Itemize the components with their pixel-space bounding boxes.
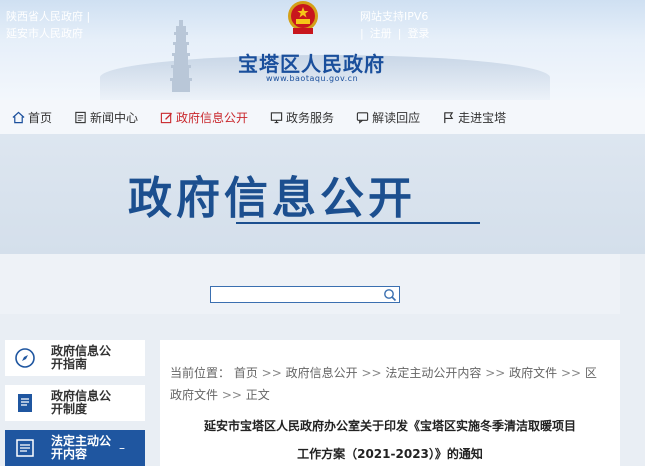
nav-label: 政府信息公开 [176, 110, 249, 125]
shaanxi-gov-link[interactable]: 陕西省人民政府 | [6, 8, 90, 25]
nav-item-gov-info[interactable]: 政府信息公开 [160, 109, 248, 126]
site-title[interactable]: 宝塔区人民政府 [238, 48, 385, 77]
article-title: 延安市宝塔区人民政府办公室关于印发《宝塔区实施冬季清洁取暖项目 工作方案（202… [180, 412, 600, 466]
article-title-line2: 工作方案（2021-2023）》的通知 [297, 447, 483, 461]
top-left-links: 陕西省人民政府 | 延安市人民政府 [6, 8, 90, 42]
breadcrumb-sep: >> [557, 366, 585, 380]
login-link[interactable]: 登录 [407, 25, 429, 42]
ipv6-label: 网站支持IPV6 [360, 10, 429, 23]
breadcrumb-link-gov-docs[interactable]: 政府文件 [509, 366, 557, 380]
nav-item-home[interactable]: 首页 [12, 109, 52, 126]
nav-label: 新闻中心 [90, 110, 139, 125]
top-right-links: 网站支持IPV6 | 注册 | 登录 [360, 8, 429, 42]
nav-label: 解读回应 [372, 110, 421, 125]
nav-item-services[interactable]: 政务服务 [270, 109, 334, 126]
sidebar-item-label: 政府信息公开制度 [51, 389, 112, 416]
breadcrumb-prefix: 当前位置： [170, 366, 231, 380]
sidebar-item-system[interactable]: 政府信息公开制度 [5, 385, 145, 421]
register-link[interactable]: 注册 [370, 25, 392, 42]
compass-icon [15, 348, 35, 368]
breadcrumb-sep: >> [257, 366, 286, 380]
national-emblem-icon [288, 1, 318, 34]
hero-title: 政府信息公开 [128, 173, 416, 224]
sidebar-item-guide[interactable]: 政府信息公开指南 [5, 340, 145, 376]
home-icon [12, 111, 25, 123]
nav-label: 走进宝塔 [458, 110, 507, 125]
breadcrumb-link-gov-info[interactable]: 政府信息公开 [286, 366, 358, 380]
nav-item-interpret[interactable]: 解读回应 [356, 109, 420, 126]
breadcrumb-sep: >> [218, 388, 246, 402]
nav-item-baota[interactable]: 走进宝塔 [442, 109, 506, 126]
list-icon [16, 439, 34, 457]
hero-underline [236, 222, 480, 224]
breadcrumb-sep: >> [357, 366, 386, 380]
site-url: www.baotaqu.gov.cn [266, 74, 359, 83]
edit-icon [160, 112, 173, 123]
nav-label: 政务服务 [286, 110, 335, 125]
breadcrumb-link-statutory[interactable]: 法定主动公开内容 [385, 366, 481, 380]
flag-icon [444, 111, 454, 123]
monitor-icon [270, 111, 283, 123]
document-icon [18, 394, 32, 412]
sidebar-item-label: 政府信息公开指南 [51, 344, 112, 371]
main-nav: 首页 新闻中心 政府信息公开 政务服务 解读回应 走进宝塔 [0, 100, 645, 134]
search-input[interactable] [211, 287, 383, 302]
hero-section: 政府信息公开 [0, 134, 645, 254]
sidebar-item-label: 法定主动公开内容 [51, 434, 112, 461]
separator: | [360, 27, 364, 40]
breadcrumb-link-home[interactable]: 首页 [234, 366, 258, 380]
search-area [0, 254, 620, 314]
chat-icon [356, 111, 369, 124]
nav-label: 首页 [28, 110, 53, 125]
article-panel: 当前位置： 首页 >> 政府信息公开 >> 法定主动公开内容 >> 政府文件 >… [160, 340, 620, 466]
search-box [210, 286, 400, 303]
sidebar-item-statutory[interactable]: 法定主动公开内容 – [5, 430, 145, 466]
nav-item-news[interactable]: 新闻中心 [74, 109, 138, 126]
breadcrumb-sep: >> [481, 366, 510, 380]
collapse-toggle[interactable]: – [119, 441, 125, 455]
article-title-line1: 延安市宝塔区人民政府办公室关于印发《宝塔区实施冬季清洁取暖项目 [203, 419, 576, 433]
breadcrumb: 当前位置： 首页 >> 政府信息公开 >> 法定主动公开内容 >> 政府文件 >… [170, 362, 600, 406]
separator: | [397, 27, 402, 40]
header-banner: 陕西省人民政府 | 延安市人民政府 网站支持IPV6 | 注册 | 登录 宝塔区… [0, 0, 645, 100]
news-icon [75, 111, 86, 123]
yanan-gov-link[interactable]: 延安市人民政府 [6, 25, 90, 42]
pagoda-icon [170, 20, 192, 92]
breadcrumb-current: 正文 [245, 388, 270, 402]
search-icon[interactable] [383, 288, 397, 302]
